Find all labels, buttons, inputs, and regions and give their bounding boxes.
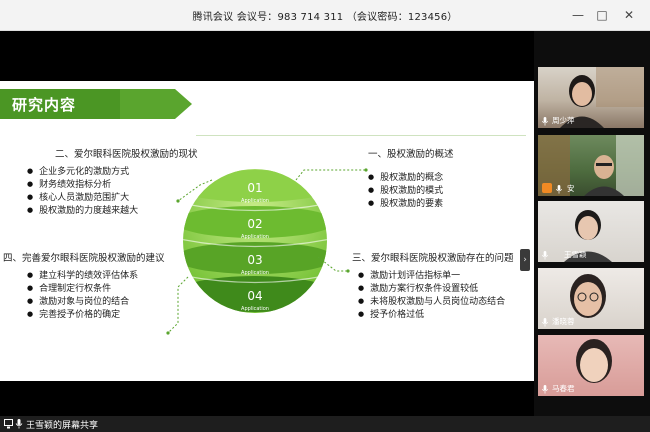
list-item: 合理制定行权条件 bbox=[27, 283, 138, 296]
mic-icon bbox=[556, 185, 562, 194]
chevron-right-icon[interactable]: › bbox=[520, 249, 530, 271]
title-bar: 腾讯会议 会议号：983 714 311 （会议密码：123456） — □ ✕ bbox=[0, 0, 650, 31]
list-item: 核心人员激励范围扩大 bbox=[27, 192, 138, 205]
list-item: 财务绩效指标分析 bbox=[27, 179, 138, 192]
mic-icon bbox=[542, 251, 548, 260]
list-item: 股权激励的概念 bbox=[368, 172, 443, 185]
participant-name: 潘晓蓉 bbox=[552, 317, 575, 326]
status-bar: 王雪颖的屏幕共享 bbox=[0, 416, 650, 432]
minimize-icon[interactable]: — bbox=[569, 6, 587, 24]
maximize-icon[interactable]: □ bbox=[593, 6, 611, 24]
list-item: 完善授予价格的确定 bbox=[27, 309, 138, 322]
list-item: 股权激励的要素 bbox=[368, 198, 443, 211]
list-item: 股权激励的模式 bbox=[368, 185, 443, 198]
participant-video-tile[interactable]: 王雪颖 bbox=[538, 201, 644, 262]
shared-screen-stage: 研究内容 01 Application 02 Application 03 Ap… bbox=[0, 31, 534, 416]
section-3-title: 三、爱尔眼科医院股权激励存在的问题 bbox=[352, 253, 514, 264]
list-item: 激励对象与岗位的结合 bbox=[27, 296, 138, 309]
list-item: 企业多元化的激励方式 bbox=[27, 166, 138, 179]
list-item: 建立科学的绩效评估体系 bbox=[27, 270, 138, 283]
mic-icon bbox=[542, 385, 548, 394]
participant-video-tile[interactable]: 周少萍 bbox=[538, 67, 644, 128]
list-item: 激励方案行权条件设置较低 bbox=[358, 283, 505, 296]
participant-video-tile[interactable]: 安 bbox=[538, 135, 644, 196]
mic-icon bbox=[542, 117, 548, 126]
list-item: 股权激励的力度越来越大 bbox=[27, 205, 138, 218]
section-4-title: 四、完善爱尔眼科医院股权激励的建议 bbox=[3, 253, 165, 264]
participant-video bbox=[564, 210, 612, 262]
participant-video-tile[interactable]: 潘晓蓉 bbox=[538, 268, 644, 329]
presentation-slide: 研究内容 01 Application 02 Application 03 Ap… bbox=[0, 81, 534, 381]
list-item: 未将股权激励与人员岗位动态结合 bbox=[358, 296, 505, 309]
screen-share-label: 王雪颖的屏幕共享 bbox=[26, 421, 99, 431]
section-1-title: 一、股权激励的概述 bbox=[368, 149, 454, 160]
section-2-list: 企业多元化的激励方式 财务绩效指标分析 核心人员激励范围扩大 股权激励的力度越来… bbox=[27, 166, 138, 218]
participant-name: 周少萍 bbox=[552, 116, 575, 125]
participant-name: 安 bbox=[567, 184, 575, 193]
mic-icon bbox=[15, 419, 23, 429]
screen-share-icon bbox=[4, 419, 13, 429]
participant-video bbox=[538, 135, 644, 196]
section-1-list: 股权激励的概念 股权激励的模式 股权激励的要素 bbox=[368, 172, 443, 211]
connector-lines bbox=[166, 168, 368, 335]
video-off-icon bbox=[542, 183, 552, 193]
close-icon[interactable]: ✕ bbox=[620, 6, 638, 24]
window-title: 腾讯会议 会议号：983 714 311 （会议密码：123456） bbox=[192, 12, 458, 23]
list-item: 授予价格过低 bbox=[358, 309, 505, 322]
section-2-title: 二、爱尔眼科医院股权激励的现状 bbox=[55, 149, 198, 160]
participant-video-tile[interactable]: 马春君 bbox=[538, 335, 644, 396]
participant-name: 王雪颖 bbox=[564, 250, 587, 259]
section-3-list: 激励计划评估指标单一 激励方案行权条件设置较低 未将股权激励与人员岗位动态结合 … bbox=[358, 270, 505, 322]
mic-icon bbox=[542, 318, 548, 327]
list-item: 激励计划评估指标单一 bbox=[358, 270, 505, 283]
participant-name: 马春君 bbox=[552, 384, 575, 393]
section-4-list: 建立科学的绩效评估体系 合理制定行权条件 激励对象与岗位的结合 完善授予价格的确… bbox=[27, 270, 138, 322]
